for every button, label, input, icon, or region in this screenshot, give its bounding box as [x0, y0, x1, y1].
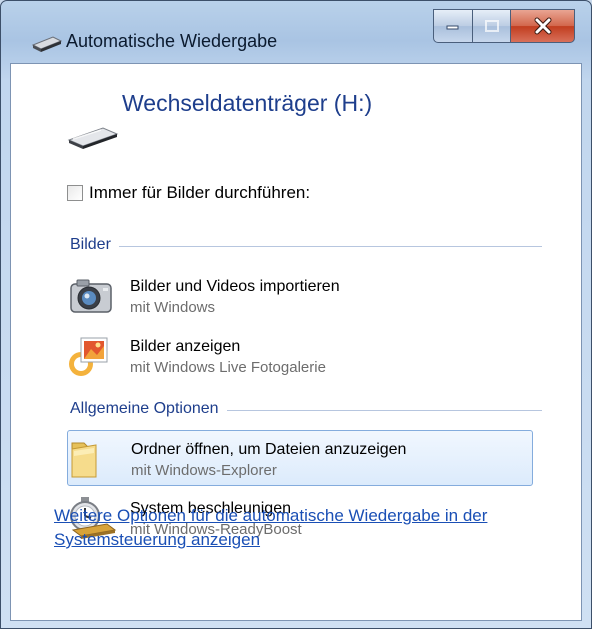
option-view-pictures[interactable]: Bilder anzeigen mit Windows Live Fotogal…	[67, 328, 533, 384]
close-icon	[534, 17, 551, 35]
camera-icon	[70, 279, 112, 313]
removable-drive-icon	[31, 36, 63, 52]
autoplay-window: Automatische Wiedergabe Wechseldatenträg…	[0, 0, 592, 629]
more-autoplay-options-link[interactable]: Weitere Optionen für die automatische Wi…	[54, 504, 544, 552]
usb-drive-icon	[67, 127, 119, 149]
always-do-label: Immer für Bilder durchführen:	[89, 183, 311, 202]
section-title: Bilder	[70, 236, 111, 253]
option-title: Bilder anzeigen	[130, 338, 241, 355]
always-do-row[interactable]: Immer für Bilder durchführen:	[67, 183, 310, 203]
option-import-pictures[interactable]: Bilder und Videos importieren mit Window…	[67, 268, 533, 324]
maximize-icon	[484, 20, 499, 32]
maximize-button[interactable]	[473, 9, 511, 43]
option-subtitle: mit Windows Live Fotogalerie	[130, 359, 326, 376]
minimize-button[interactable]	[433, 9, 473, 43]
section-allgemeine-optionen: Allgemeine Optionen	[70, 400, 542, 418]
option-subtitle: mit Windows	[130, 299, 216, 316]
device-heading: Wechseldatenträger (H:)	[122, 90, 373, 116]
title-bar[interactable]: Automatische Wiedergabe	[1, 1, 591, 63]
section-bilder: Bilder	[70, 236, 542, 254]
window-title: Automatische Wiedergabe	[66, 31, 278, 51]
photo-gallery-icon	[69, 337, 108, 376]
always-do-checkbox[interactable]	[67, 185, 83, 201]
section-divider	[118, 245, 542, 247]
option-open-folder[interactable]: Ordner öffnen, um Dateien anzuzeigen mit…	[67, 430, 533, 486]
section-divider	[226, 409, 542, 411]
section-title: Allgemeine Optionen	[70, 400, 219, 417]
minimize-icon	[446, 25, 459, 30]
caption-buttons	[433, 9, 575, 43]
option-title: Bilder und Videos importieren	[130, 278, 340, 295]
close-button[interactable]	[511, 9, 575, 43]
option-subtitle: mit Windows-Explorer	[131, 462, 277, 479]
folder-icon	[71, 442, 97, 478]
option-title: Ordner öffnen, um Dateien anzuzeigen	[131, 441, 407, 458]
